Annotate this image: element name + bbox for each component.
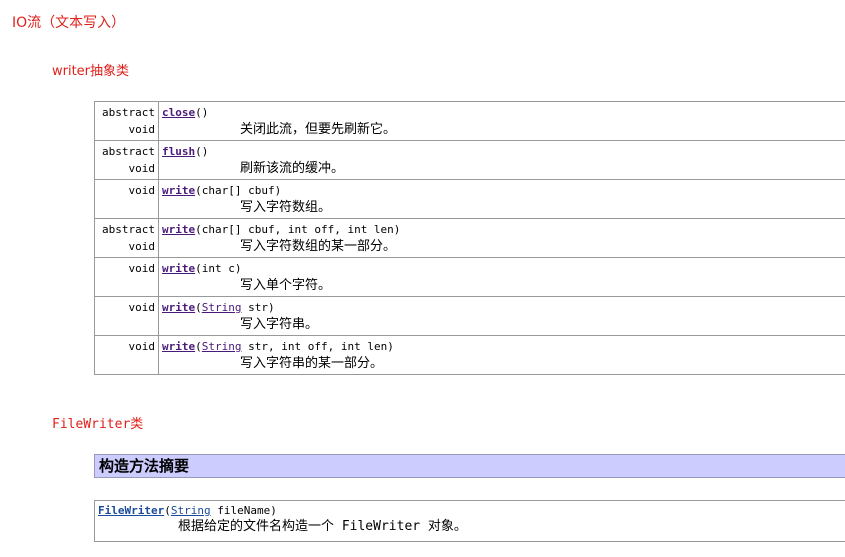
method-description: 写入字符数组的某一部分。 (240, 239, 397, 254)
method-description: 写入字符数组。 (240, 200, 332, 215)
method-modifier: void (94, 296, 159, 336)
method-params: str, int off, int len) (241, 340, 394, 353)
method-description: 刷新该流的缓冲。 (240, 161, 345, 176)
modifier-abstract: abstract (102, 223, 155, 236)
method-modifier: void (94, 179, 159, 219)
method-params-open: ( (195, 301, 202, 314)
method-modifier: void (94, 335, 159, 375)
method-row: void write(char[] cbuf) 写入字符数组。 (94, 179, 845, 219)
method-row: void write(String str) 写入字符串。 (94, 296, 845, 336)
method-name-link[interactable]: write (162, 184, 195, 197)
method-params: (char[] cbuf) (195, 184, 282, 197)
method-name-link[interactable]: flush (162, 145, 195, 158)
modifier-return-type: void (128, 162, 156, 175)
modifier-return-type: void (128, 340, 156, 353)
modifier-return-type: void (128, 240, 156, 253)
method-name-link[interactable]: write (162, 262, 195, 275)
modifier-return-type: void (128, 301, 156, 314)
method-row: abstract void flush() 刷新该流的缓冲。 (94, 140, 845, 180)
modifier-return-type: void (128, 184, 156, 197)
constructor-summary-header: 构造方法摘要 (94, 454, 845, 478)
method-description: 写入单个字符。 (240, 278, 332, 293)
method-description: 关闭此流，但要先刷新它。 (240, 122, 397, 137)
method-row: void write(int c) 写入单个字符。 (94, 257, 845, 297)
modifier-return-type: void (128, 123, 156, 136)
method-modifier: abstract void (94, 140, 159, 180)
method-row: void write(String str, int off, int len) 写… (94, 335, 845, 375)
constructor-description: 根据给定的文件名构造一个 FileWriter 对象。 (178, 519, 467, 534)
method-params: str) (241, 301, 275, 314)
method-detail: flush() 刷新该流的缓冲。 (158, 140, 845, 180)
method-description: 写入字符串。 (240, 317, 319, 332)
modifier-return-type: void (128, 262, 156, 275)
method-detail: write(char[] cbuf, int off, int len) 写入字符… (158, 218, 845, 258)
method-row: abstract void close() 关闭此流，但要先刷新它。 (94, 101, 845, 141)
modifier-abstract: abstract (102, 145, 155, 158)
method-modifier: abstract void (94, 101, 159, 141)
method-name-link[interactable]: write (162, 301, 195, 314)
filewriter-section-heading: FileWriter类 (52, 417, 144, 432)
page-title: IO流（文本写入） (12, 15, 126, 31)
method-params: (char[] cbuf, int off, int len) (195, 223, 401, 236)
method-detail: close() 关闭此流，但要先刷新它。 (158, 101, 845, 141)
method-summary-table: abstract void close() 关闭此流，但要先刷新它。 abstract v… (94, 101, 845, 375)
method-modifier: abstract void (94, 218, 159, 258)
param-type-link[interactable]: String (202, 301, 242, 314)
method-params: (int c) (195, 262, 242, 275)
method-params: () (195, 145, 209, 158)
modifier-abstract: abstract (102, 106, 155, 119)
method-detail: write(char[] cbuf) 写入字符数组。 (158, 179, 845, 219)
param-type-link[interactable]: String (202, 340, 242, 353)
method-params-open: ( (195, 340, 202, 353)
method-description: 写入字符串的某一部分。 (240, 356, 384, 371)
method-detail: write(String str, int off, int len) 写入字符串… (158, 335, 845, 375)
method-name-link[interactable]: close (162, 106, 195, 119)
method-name-link[interactable]: write (162, 340, 195, 353)
method-name-link[interactable]: write (162, 223, 195, 236)
constructor-param-type-link[interactable]: String (171, 504, 211, 517)
method-row: abstract void write(char[] cbuf, int off, … (94, 218, 845, 258)
method-detail: write(int c) 写入单个字符。 (158, 257, 845, 297)
constructor-link[interactable]: FileWriter (98, 504, 164, 517)
method-params: () (195, 106, 209, 119)
writer-section-heading: writer抽象类 (52, 64, 130, 79)
constructor-params-open: ( (164, 504, 171, 517)
constructor-row: FileWriter(String fileName) 根据给定的文件名构造一个… (94, 500, 845, 542)
method-detail: write(String str) 写入字符串。 (158, 296, 845, 336)
constructor-params-rest: fileName) (210, 504, 277, 517)
method-modifier: void (94, 257, 159, 297)
